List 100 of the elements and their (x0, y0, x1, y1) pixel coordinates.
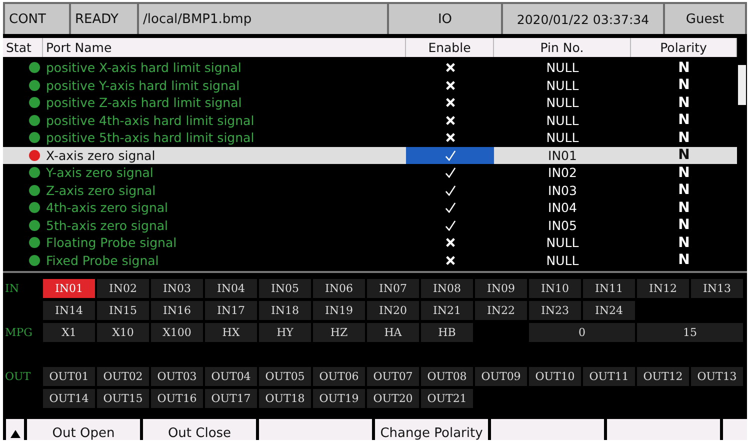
io-button[interactable]: HB (421, 323, 473, 342)
table-row[interactable]: Z-axis zero signal IN03 N (3, 182, 737, 199)
column-header: Polarity (631, 38, 737, 57)
io-button[interactable]: OUT06 (313, 367, 365, 386)
io-button[interactable]: IN22 (475, 301, 527, 320)
io-button[interactable]: IN07 (367, 279, 419, 298)
io-button[interactable]: IN01 (43, 279, 95, 298)
table-row[interactable]: Floating Probe signal NULL N (3, 234, 737, 252)
softkey-button[interactable] (607, 419, 720, 440)
io-button[interactable]: X100 (151, 323, 203, 342)
io-button[interactable]: IN16 (151, 301, 203, 320)
polarity-value: N (677, 59, 691, 76)
port-name: Floating Probe signal (45, 234, 178, 252)
value-field: 15 (637, 323, 743, 342)
port-name: positive Y-axis hard limit signal (45, 76, 241, 94)
column-header: Pin No. (494, 38, 631, 57)
io-button[interactable]: IN24 (583, 301, 635, 320)
io-button[interactable]: OUT09 (475, 367, 527, 386)
polarity-value: N (677, 112, 691, 129)
io-button[interactable]: IN04 (205, 279, 257, 298)
polarity-value: N (677, 216, 691, 234)
io-button[interactable]: IN20 (367, 301, 419, 320)
softkey-button[interactable] (259, 419, 372, 440)
io-button[interactable]: OUT10 (529, 367, 581, 386)
io-button[interactable]: IN13 (691, 279, 743, 298)
date-time: 2020/01/22 03:37:34 (503, 4, 663, 34)
io-button[interactable]: OUT04 (205, 367, 257, 386)
triangle-up-icon (10, 428, 20, 438)
value-field: 0 (529, 323, 635, 342)
io-button[interactable]: OUT19 (313, 389, 365, 408)
table-row[interactable]: positive 4th-axis hard limit signal NULL N (3, 112, 737, 129)
column-header: Enable (406, 38, 494, 57)
io-button[interactable]: HZ (313, 323, 365, 342)
port-name: Y-axis zero signal (45, 164, 154, 182)
port-name: positive Z-axis hard limit signal (45, 94, 243, 112)
io-button[interactable]: OUT02 (97, 367, 149, 386)
io-button[interactable]: IN18 (259, 301, 311, 320)
table-row[interactable]: X-axis zero signal IN01 N (3, 146, 737, 164)
io-button[interactable]: OUT15 (97, 389, 149, 408)
io-button[interactable]: OUT08 (421, 367, 473, 386)
io-button[interactable]: OUT05 (259, 367, 311, 386)
io-button[interactable]: IN09 (475, 279, 527, 298)
softkey-button[interactable] (723, 419, 747, 440)
port-name: 5th-axis zero signal (45, 216, 170, 234)
table-row[interactable]: positive X-axis hard limit signal NULL N (3, 59, 737, 76)
io-button[interactable]: OUT21 (421, 389, 473, 408)
io-button[interactable]: IN23 (529, 301, 581, 320)
pin-number: IN02 (547, 164, 578, 182)
io-button[interactable]: IN14 (43, 301, 95, 320)
io-button[interactable]: IN02 (97, 279, 149, 298)
io-button[interactable]: IN15 (97, 301, 149, 320)
io-button[interactable]: IN17 (205, 301, 257, 320)
table-row[interactable]: positive 5th-axis hard limit signal NULL N (3, 129, 737, 146)
io-button[interactable]: HY (259, 323, 311, 342)
port-name: Z-axis zero signal (45, 182, 157, 199)
softkey-button[interactable] (491, 419, 604, 440)
table-row[interactable]: 4th-axis zero signal IN04 N (3, 199, 737, 216)
port-name: positive 5th-axis hard limit signal (45, 129, 256, 146)
softkey-button[interactable]: Out Open (27, 419, 140, 440)
io-button[interactable]: OUT17 (205, 389, 257, 408)
table-row[interactable]: 5th-axis zero signal IN05 N (3, 216, 737, 234)
io-button[interactable]: IN10 (529, 279, 581, 298)
io-button[interactable]: X1 (43, 323, 95, 342)
io-button[interactable]: IN06 (313, 279, 365, 298)
io-button[interactable]: X10 (97, 323, 149, 342)
pin-number: IN01 (547, 146, 578, 164)
io-button[interactable]: OUT16 (151, 389, 203, 408)
scroll-up-button[interactable] (6, 419, 24, 440)
io-button[interactable]: OUT20 (367, 389, 419, 408)
io-button[interactable]: OUT13 (691, 367, 743, 386)
io-button[interactable]: OUT07 (367, 367, 419, 386)
port-name: positive X-axis hard limit signal (45, 59, 242, 76)
io-button[interactable]: HA (367, 323, 419, 342)
polarity-value: N (677, 164, 691, 182)
io-button[interactable]: IN11 (583, 279, 635, 298)
polarity-value: N (677, 252, 691, 269)
io-button[interactable]: OUT11 (583, 367, 635, 386)
polarity-value: N (677, 146, 691, 164)
io-button[interactable]: IN12 (637, 279, 689, 298)
table-row[interactable]: positive Z-axis hard limit signal NULL N (3, 94, 737, 112)
io-button[interactable]: OUT12 (637, 367, 689, 386)
softkey-button[interactable]: Change Polarity (375, 419, 488, 440)
io-button[interactable]: OUT14 (43, 389, 95, 408)
pin-number: IN05 (547, 216, 578, 234)
io-button[interactable]: OUT18 (259, 389, 311, 408)
column-header: Stat (3, 38, 43, 57)
table-row[interactable]: positive Y-axis hard limit signal NULL N (3, 76, 737, 94)
polarity-value: N (677, 129, 691, 146)
io-button[interactable]: IN21 (421, 301, 473, 320)
io-button[interactable]: IN19 (313, 301, 365, 320)
scrollbar-thumb[interactable] (738, 65, 746, 105)
io-button[interactable]: IN05 (259, 279, 311, 298)
io-button[interactable]: IN03 (151, 279, 203, 298)
io-button[interactable]: IN08 (421, 279, 473, 298)
io-button[interactable]: OUT03 (151, 367, 203, 386)
io-button[interactable]: HX (205, 323, 257, 342)
softkey-button[interactable]: Out Close (143, 419, 256, 440)
table-row[interactable]: Y-axis zero signal IN02 N (3, 164, 737, 182)
io-button[interactable]: OUT01 (43, 367, 95, 386)
table-row[interactable]: Fixed Probe signal NULL N (3, 252, 737, 269)
